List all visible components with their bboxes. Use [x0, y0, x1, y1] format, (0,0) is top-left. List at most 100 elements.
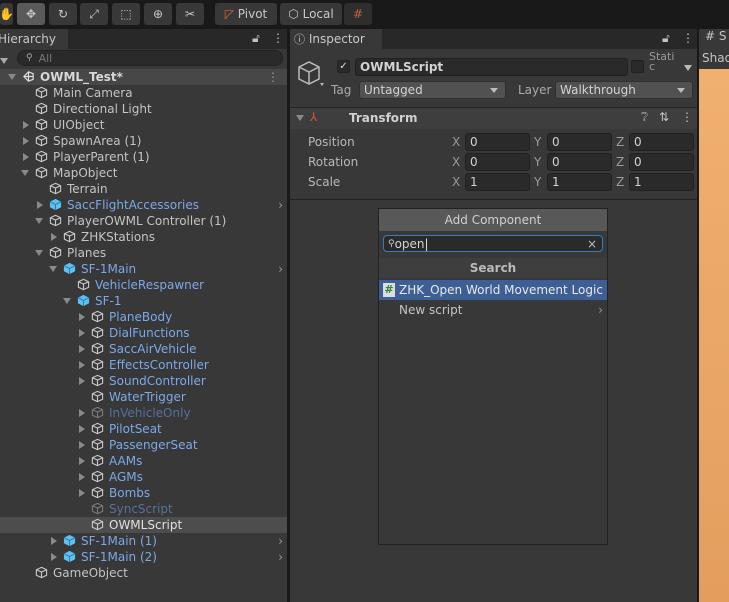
- position-x-input[interactable]: 0: [465, 133, 530, 151]
- help-icon[interactable]: ❔︎: [641, 110, 648, 125]
- hierarchy-item[interactable]: SF-1Main (2) ›: [0, 549, 287, 565]
- rotation-z-input[interactable]: 0: [629, 153, 694, 171]
- hierarchy-item[interactable]: UIObject: [0, 117, 287, 133]
- position-y-input[interactable]: 0: [547, 133, 612, 151]
- open-prefab-chevron-icon[interactable]: ›: [278, 534, 283, 548]
- hierarchy-item[interactable]: OWMLScript: [0, 517, 287, 533]
- create-dropdown-icon[interactable]: [0, 58, 8, 64]
- clear-search-icon[interactable]: ×: [587, 237, 597, 251]
- move-tool-button[interactable]: ✥: [17, 3, 45, 25]
- grid-snap-button[interactable]: #: [344, 3, 372, 25]
- expand-arrow-icon[interactable]: [63, 298, 71, 304]
- tab-hierarchy[interactable]: Hierarchy: [0, 29, 68, 49]
- more-menu-icon[interactable]: ⋮: [681, 110, 693, 124]
- collapse-arrow-icon[interactable]: [79, 377, 85, 385]
- tag-dropdown[interactable]: Untagged: [359, 81, 506, 99]
- pivot-button[interactable]: ◸ Pivot: [215, 3, 277, 25]
- hierarchy-item[interactable]: InVehicleOnly: [0, 405, 287, 421]
- hierarchy-item[interactable]: PlayerOWML Controller (1): [0, 213, 287, 229]
- lock-icon[interactable]: 🔓︎: [252, 31, 260, 46]
- presets-icon[interactable]: ⇅: [659, 110, 669, 124]
- hierarchy-item[interactable]: SF-1: [0, 293, 287, 309]
- collapse-arrow-icon[interactable]: [79, 361, 85, 369]
- expand-arrow-icon[interactable]: [21, 170, 29, 176]
- rect-tool-button[interactable]: ⬚: [112, 3, 140, 25]
- collapse-arrow-icon[interactable]: [79, 313, 85, 321]
- transform-header[interactable]: ⅄ Transform ❔︎ ⇅ ⋮: [290, 108, 697, 129]
- shading-mode-dropdown[interactable]: Shad: [702, 51, 729, 65]
- lock-icon[interactable]: 🔓︎: [662, 31, 670, 46]
- active-checkbox[interactable]: ✓: [337, 60, 350, 73]
- collapse-arrow-icon[interactable]: [79, 489, 85, 497]
- expand-arrow-icon[interactable]: [35, 250, 43, 256]
- hierarchy-search-input[interactable]: ⚲ All: [17, 50, 283, 66]
- expand-arrow-icon[interactable]: [49, 266, 57, 272]
- collapse-arrow-icon[interactable]: [37, 201, 43, 209]
- transform-tool-button[interactable]: ⊕: [144, 3, 172, 25]
- hierarchy-item[interactable]: PilotSeat: [0, 421, 287, 437]
- collapse-arrow-icon[interactable]: [79, 329, 85, 337]
- tab-scene[interactable]: # S: [699, 29, 729, 49]
- collapse-arrow-icon[interactable]: [23, 121, 29, 129]
- hierarchy-item[interactable]: AAMs: [0, 453, 287, 469]
- collapse-arrow-icon[interactable]: [79, 409, 85, 417]
- hierarchy-item[interactable]: PassengerSeat: [0, 437, 287, 453]
- hierarchy-item[interactable]: WaterTrigger: [0, 389, 287, 405]
- rotate-tool-button[interactable]: ↻: [49, 3, 77, 25]
- collapse-arrow-icon[interactable]: [23, 153, 29, 161]
- scale-x-input[interactable]: 1: [465, 173, 530, 191]
- hierarchy-item[interactable]: Directional Light: [0, 101, 287, 117]
- hierarchy-item[interactable]: Planes: [0, 245, 287, 261]
- hand-tool-button[interactable]: ✋: [0, 3, 14, 25]
- collapse-arrow-icon[interactable]: [79, 425, 85, 433]
- static-dropdown-icon[interactable]: [684, 65, 692, 71]
- layer-dropdown[interactable]: Walkthrough: [555, 81, 693, 99]
- scene-viewport[interactable]: [699, 69, 729, 602]
- collapse-arrow-icon[interactable]: [51, 553, 57, 561]
- hierarchy-item[interactable]: PlaneBody: [0, 309, 287, 325]
- open-prefab-chevron-icon[interactable]: ›: [278, 262, 283, 276]
- local-button[interactable]: ⬡ Local: [280, 3, 342, 25]
- hierarchy-item[interactable]: GameObject: [0, 565, 287, 581]
- hierarchy-item[interactable]: Bombs: [0, 485, 287, 501]
- open-prefab-chevron-icon[interactable]: ›: [278, 550, 283, 564]
- hierarchy-item[interactable]: Main Camera: [0, 85, 287, 101]
- hierarchy-item[interactable]: SyncScript: [0, 501, 287, 517]
- collapse-arrow-icon[interactable]: [51, 233, 57, 241]
- hierarchy-item[interactable]: PlayerParent (1): [0, 149, 287, 165]
- hierarchy-item[interactable]: SoundController: [0, 373, 287, 389]
- scene-menu-icon[interactable]: ⋮: [267, 70, 279, 84]
- expand-arrow-icon[interactable]: [35, 218, 43, 224]
- scale-tool-button[interactable]: ⤢: [80, 3, 108, 25]
- hierarchy-item[interactable]: OWML_Test* ⋮: [0, 69, 287, 85]
- more-menu-icon[interactable]: ⋮: [272, 31, 284, 45]
- collapse-arrow-icon[interactable]: [79, 473, 85, 481]
- collapse-arrow-icon[interactable]: [51, 537, 57, 545]
- tab-inspector[interactable]: ⓘ Inspector: [290, 29, 382, 49]
- rotation-x-input[interactable]: 0: [465, 153, 530, 171]
- hierarchy-item[interactable]: MapObject: [0, 165, 287, 181]
- collapse-arrow-icon[interactable]: [79, 457, 85, 465]
- hierarchy-item[interactable]: SaccAirVehicle: [0, 341, 287, 357]
- hierarchy-item[interactable]: SF-1Main ›: [0, 261, 287, 277]
- add-component-button[interactable]: Add Component: [379, 209, 607, 231]
- custom-tool-button[interactable]: ✂: [176, 3, 204, 25]
- gameobject-icon[interactable]: [296, 59, 324, 87]
- open-prefab-chevron-icon[interactable]: ›: [278, 198, 283, 212]
- hierarchy-item[interactable]: VehicleRespawner: [0, 277, 287, 293]
- collapse-arrow-icon[interactable]: [23, 137, 29, 145]
- result-new-script[interactable]: New script ›: [379, 300, 607, 320]
- position-z-input[interactable]: 0: [629, 133, 694, 151]
- rotation-y-input[interactable]: 0: [547, 153, 612, 171]
- collapse-arrow-icon[interactable]: [79, 441, 85, 449]
- static-checkbox[interactable]: [631, 60, 644, 73]
- hierarchy-item[interactable]: SF-1Main (1) ›: [0, 533, 287, 549]
- scale-y-input[interactable]: 1: [547, 173, 612, 191]
- component-search-input[interactable]: ⚲ open | ×: [383, 235, 603, 252]
- scale-z-input[interactable]: 1: [629, 173, 694, 191]
- hierarchy-item[interactable]: AGMs: [0, 469, 287, 485]
- hierarchy-item[interactable]: SpawnArea (1): [0, 133, 287, 149]
- hierarchy-item[interactable]: ZHKStations: [0, 229, 287, 245]
- hierarchy-item[interactable]: Terrain: [0, 181, 287, 197]
- expand-arrow-icon[interactable]: [8, 74, 16, 80]
